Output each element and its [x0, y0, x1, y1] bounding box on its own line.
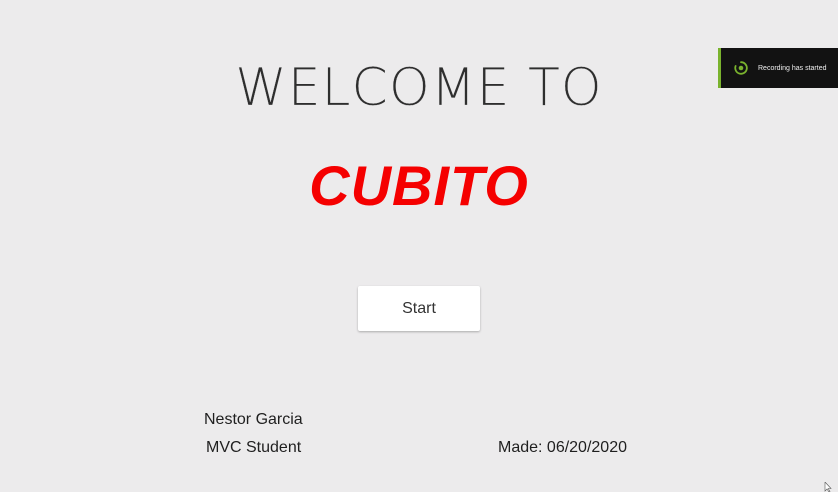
welcome-heading: WELCOME TO — [235, 58, 603, 118]
recording-icon — [734, 61, 748, 75]
made-date: Made: 06/20/2020 — [498, 439, 627, 456]
author-role: MVC Student — [206, 439, 302, 456]
recording-message: Recording has started — [758, 64, 827, 72]
recording-notification[interactable]: Recording has started — [718, 48, 838, 88]
app-title: CUBITO — [309, 154, 529, 217]
author-name: Nestor Garcia — [204, 411, 303, 428]
start-button[interactable]: Start — [358, 286, 480, 331]
cursor-icon — [824, 482, 832, 492]
